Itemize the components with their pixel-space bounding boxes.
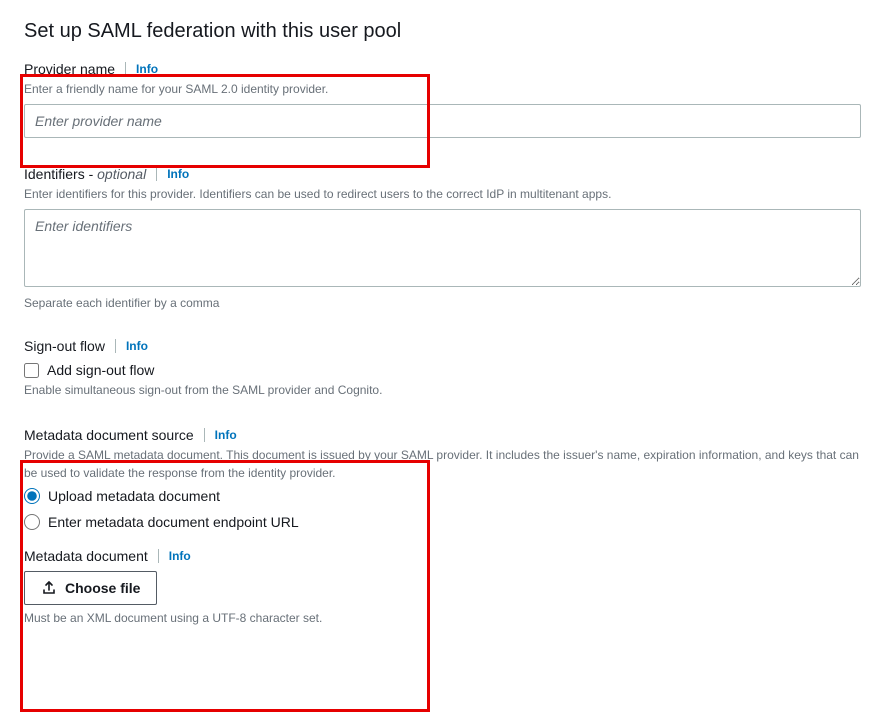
info-link-metadata-document[interactable]: Info: [169, 549, 191, 563]
metadata-source-description: Provide a SAML metadata document. This d…: [24, 446, 861, 482]
provider-name-label: Provider name: [24, 61, 115, 77]
radio-upload-label[interactable]: Upload metadata document: [48, 488, 220, 504]
section-provider-name: Provider name Info Enter a friendly name…: [24, 61, 861, 138]
divider: [125, 62, 126, 76]
signout-header: Sign-out flow Info: [24, 338, 861, 354]
radio-upload-row: Upload metadata document: [24, 488, 861, 504]
identifiers-header: Identifiers - optional Info: [24, 166, 861, 182]
identifiers-input[interactable]: [24, 209, 861, 287]
choose-file-label: Choose file: [65, 580, 140, 596]
provider-name-description: Enter a friendly name for your SAML 2.0 …: [24, 80, 861, 98]
section-identifiers: Identifiers - optional Info Enter identi…: [24, 166, 861, 310]
metadata-source-header: Metadata document source Info: [24, 427, 861, 443]
identifiers-optional: optional: [97, 166, 146, 182]
info-link-signout[interactable]: Info: [126, 339, 148, 353]
metadata-document-label: Metadata document: [24, 548, 148, 564]
signout-checkbox-label[interactable]: Add sign-out flow: [47, 362, 154, 378]
signout-label: Sign-out flow: [24, 338, 105, 354]
divider: [204, 428, 205, 442]
divider: [156, 167, 157, 181]
radio-url[interactable]: [24, 514, 40, 530]
provider-name-input[interactable]: [24, 104, 861, 138]
identifiers-label-text: Identifiers -: [24, 166, 97, 182]
signout-description: Enable simultaneous sign-out from the SA…: [24, 381, 861, 399]
provider-name-header: Provider name Info: [24, 61, 861, 77]
section-metadata-document: Metadata document Info Choose file Must …: [24, 548, 861, 625]
signout-checkbox-row: Add sign-out flow: [24, 362, 861, 378]
signout-checkbox[interactable]: [24, 363, 39, 378]
metadata-document-header: Metadata document Info: [24, 548, 861, 564]
info-link-metadata-source[interactable]: Info: [215, 428, 237, 442]
radio-url-row: Enter metadata document endpoint URL: [24, 514, 861, 530]
choose-file-button[interactable]: Choose file: [24, 571, 157, 605]
upload-icon: [41, 580, 57, 596]
metadata-document-hint: Must be an XML document using a UTF-8 ch…: [24, 611, 861, 625]
section-metadata-source: Metadata document source Info Provide a …: [24, 427, 861, 530]
info-link-identifiers[interactable]: Info: [167, 167, 189, 181]
identifiers-hint: Separate each identifier by a comma: [24, 296, 861, 310]
identifiers-label: Identifiers - optional: [24, 166, 146, 182]
radio-url-label[interactable]: Enter metadata document endpoint URL: [48, 514, 299, 530]
metadata-source-label: Metadata document source: [24, 427, 194, 443]
identifiers-description: Enter identifiers for this provider. Ide…: [24, 185, 861, 203]
page-title: Set up SAML federation with this user po…: [24, 20, 861, 43]
section-signout: Sign-out flow Info Add sign-out flow Ena…: [24, 338, 861, 399]
form-container: Set up SAML federation with this user po…: [24, 20, 861, 625]
radio-upload[interactable]: [24, 488, 40, 504]
info-link-provider-name[interactable]: Info: [136, 62, 158, 76]
divider: [115, 339, 116, 353]
divider: [158, 549, 159, 563]
